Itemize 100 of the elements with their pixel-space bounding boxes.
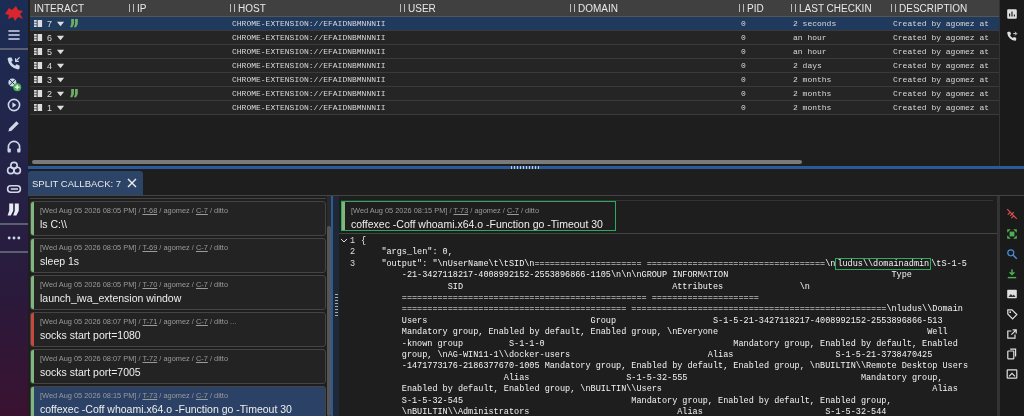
column-header[interactable]: LAST CHECKIN: [787, 2, 887, 14]
table-cell-text: Created by agomez at: [892, 75, 990, 84]
resize-grip-icon[interactable]: [791, 4, 796, 12]
code-line: "output": "\nUserName\t\tSID\n===================== ===================================\n ludus\\domainadmin \tS-1-5: [380, 258, 968, 270]
scrollbar[interactable]: [327, 226, 331, 416]
columns-icon[interactable]: [34, 75, 43, 84]
table-cell-text: 0: [740, 19, 747, 28]
code-line: -21-3427118217-4008992152-2553896866-1105\n\n\nGROUP INFORMATION Type: [400, 270, 913, 282]
table-cell-text: 0: [740, 33, 747, 42]
columns-icon[interactable]: [34, 103, 43, 112]
screen-icon[interactable]: [1006, 368, 1018, 380]
code-line: ================================================ =====================: [400, 293, 760, 304]
table-row[interactable]: 2 CHROME-EXTENSION://EFAIDNBMNNNII 0 2 months Created by agomez at: [30, 87, 999, 101]
table-cell-text: 2 seconds: [792, 19, 838, 28]
callback-id: 1: [47, 102, 52, 113]
table-cell-text: Created by agomez at: [892, 47, 990, 56]
table-cell-text: Created by agomez at: [892, 61, 990, 70]
table-cell-text: CHROME-EXTENSION://EFAIDNBMNNNII: [231, 89, 387, 98]
task-command: sleep 1s: [40, 255, 81, 267]
table-cell-text: an hour: [792, 33, 828, 42]
column-header[interactable]: DESCRIPTION: [887, 2, 994, 14]
chart-icon[interactable]: [1006, 8, 1018, 20]
column-label: LAST CHECKIN: [799, 2, 872, 14]
search-icon[interactable]: [1006, 248, 1018, 260]
table-row[interactable]: 7 CHROME-EXTENSION://EFAIDNBMNNNII 0 2 seconds Created by agomez at: [30, 17, 999, 31]
table-cell-text: 2 months: [792, 89, 833, 98]
table-cell-text: CHROME-EXTENSION://EFAIDNBMNNNII: [231, 103, 387, 112]
task-command: socks start port=7005: [40, 366, 142, 378]
callback-tab[interactable]: SPLIT CALLBACK: 7: [28, 171, 144, 195]
external-link-icon[interactable]: [1006, 328, 1018, 340]
table-cell-text: CHROME-EXTENSION://EFAIDNBMNNNII: [231, 75, 387, 84]
table-cell-text: 0: [740, 47, 747, 56]
scrollbar[interactable]: [32, 160, 802, 164]
code-line: Users Group S-1-5-21-3427118217-4008992152-2553896866-513: [400, 315, 944, 327]
table-cell-text: CHROME-EXTENSION://EFAIDNBMNNNII: [231, 33, 387, 42]
columns-icon[interactable]: [34, 89, 43, 98]
table-cell-text: CHROME-EXTENSION://EFAIDNBMNNNII: [231, 19, 387, 28]
resize-grip-icon[interactable]: [129, 4, 134, 12]
table-cell-text: an hour: [792, 47, 828, 56]
table-cell-text: Created by agomez at: [892, 89, 990, 98]
table-cell-text: CHROME-EXTENSION://EFAIDNBMNNNII: [231, 47, 387, 56]
resize-grip-icon[interactable]: [739, 4, 744, 12]
table-row[interactable]: 1 CHROME-EXTENSION://EFAIDNBMNNNII 0 2 months Created by agomez at: [30, 101, 999, 115]
table-cell-text: Created by agomez at: [892, 103, 990, 112]
column-label: INTERACT: [34, 2, 84, 14]
code-line: \nBUILTIN\\Administrators Alias S-1-5-32-544: [400, 407, 888, 416]
code-line: Enabled by default, Enabled group, \nBUILTIN\\Users Alias: [400, 384, 959, 396]
callback-id: 7: [47, 18, 52, 29]
column-label: DOMAIN: [578, 2, 618, 14]
callback-id: 3: [47, 74, 52, 85]
table-cell-text: CHROME-EXTENSION://EFAIDNBMNNNII: [231, 61, 387, 70]
table-cell-text: 0: [740, 89, 747, 98]
task-command: socks start port=1080: [40, 329, 142, 341]
expand-icon[interactable]: [1006, 228, 1018, 240]
tag-icon[interactable]: [1006, 308, 1018, 320]
columns-icon[interactable]: [34, 61, 43, 70]
code-line: -1471773176-2186377670-1005 Mandatory group, Enabled by default, Enabled group, \nBUILTIN\\Remote Desktop Users: [400, 361, 968, 373]
code-line: "args_len": 0,: [380, 247, 453, 259]
table-row[interactable]: 4 CHROME-EXTENSION://EFAIDNBMNNNII 0 2 days Created by agomez at: [30, 59, 999, 73]
copy-icon[interactable]: [1006, 348, 1018, 360]
link-off-icon[interactable]: [1006, 208, 1018, 220]
download-icon[interactable]: [1006, 268, 1018, 280]
fold-caret-icon[interactable]: [340, 238, 347, 244]
resize-grip-icon[interactable]: [230, 4, 235, 12]
code-line: SID Attributes \n: [446, 281, 811, 294]
table-row[interactable]: 3 CHROME-EXTENSION://EFAIDNBMNNNII 0 2 months Created by agomez at: [30, 73, 999, 87]
columns-icon[interactable]: [34, 19, 43, 28]
code-line: ============================================ ==================================================\nludus\\Domain: [400, 304, 964, 316]
image-icon[interactable]: [1006, 288, 1018, 300]
close-icon[interactable]: [127, 178, 138, 188]
search-match: ludus\\domainadmin: [835, 257, 932, 270]
column-header[interactable]: IP: [125, 2, 226, 14]
column-header[interactable]: INTERACT: [30, 2, 125, 14]
columns-icon[interactable]: [34, 47, 43, 56]
column-label: DESCRIPTION: [899, 2, 968, 14]
code-line: group, \nAG-WIN11-1\\docker-users Alias S-1-5-21-3738470425: [400, 350, 934, 361]
splitter-handle[interactable]: [331, 196, 339, 416]
code-line: Alias S-1-5-32-555 Mandatory group,: [502, 372, 944, 384]
columns-icon[interactable]: [34, 33, 43, 42]
code-line: S-1-5-32-545 Mandatory group, Enabled by default, Enabled group,: [400, 395, 893, 407]
table-cell-text: 0: [740, 103, 747, 112]
column-label: PID: [747, 2, 764, 14]
column-header[interactable]: USER: [396, 2, 566, 14]
column-header[interactable]: HOST: [226, 2, 396, 14]
task-command: coffexec -Coff whoami.x64.o -Function go -Timeout 30: [40, 403, 292, 415]
resize-grip-icon[interactable]: [570, 4, 575, 12]
resize-grip-icon[interactable]: [891, 4, 896, 12]
column-header[interactable]: PID: [735, 2, 787, 14]
column-label: USER: [408, 2, 436, 14]
table-cell-text: 2 months: [792, 75, 833, 84]
table-row[interactable]: 6 CHROME-EXTENSION://EFAIDNBMNNNII 0 an hour Created by agomez at: [30, 31, 999, 45]
code-line: -known group S-1-1-0 Mandatory group, Enabled by default, Enabled: [400, 338, 959, 350]
column-header[interactable]: DOMAIN: [566, 2, 735, 14]
splitter-handle[interactable]: [28, 166, 1024, 169]
task-command: coffexec -Coff whoami.x64.o -Function go -Timeout 30: [351, 218, 603, 230]
phone-forward-icon[interactable]: [1006, 30, 1018, 42]
table-row[interactable]: 5 CHROME-EXTENSION://EFAIDNBMNNNII 0 an hour Created by agomez at: [30, 45, 999, 59]
code-line: Mandatory group, Enabled by default, Enabled group, \nEveryone Well: [400, 327, 949, 339]
resize-grip-icon[interactable]: [400, 4, 405, 12]
line-number: 1: [349, 236, 355, 248]
